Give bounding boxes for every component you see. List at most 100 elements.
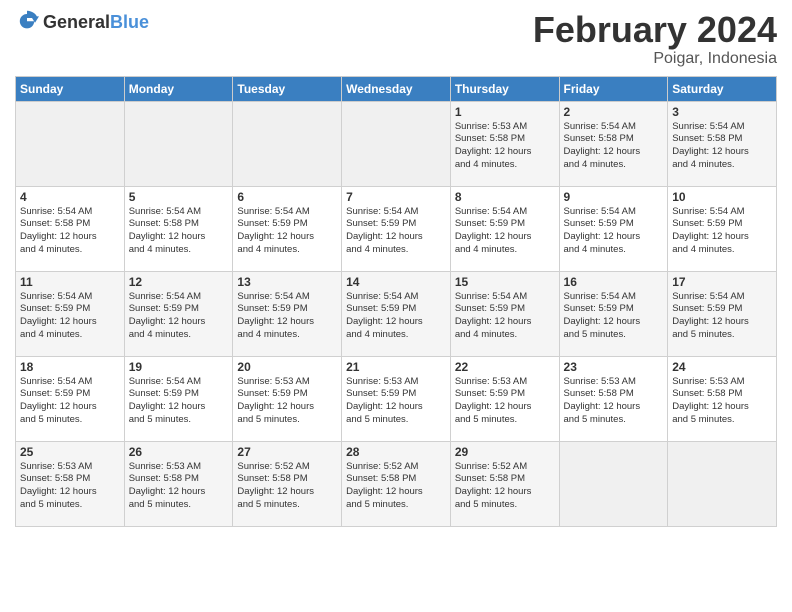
calendar-cell bbox=[559, 441, 668, 526]
cell-info: Sunrise: 5:52 AM Sunset: 5:58 PM Dayligh… bbox=[455, 461, 555, 512]
cell-info: Sunrise: 5:54 AM Sunset: 5:59 PM Dayligh… bbox=[564, 206, 664, 257]
page-header: GeneralBlue February 2024 Poigar, Indone… bbox=[15, 10, 777, 68]
calendar-cell: 17 Sunrise: 5:54 AM Sunset: 5:59 PM Dayli… bbox=[668, 271, 777, 356]
cell-info: Sunrise: 5:54 AM Sunset: 5:59 PM Dayligh… bbox=[455, 291, 555, 342]
month-year-title: February 2024 bbox=[533, 10, 777, 50]
day-number: 15 bbox=[455, 275, 555, 289]
calendar-cell: 9 Sunrise: 5:54 AM Sunset: 5:59 PM Daylig… bbox=[559, 186, 668, 271]
cell-info: Sunrise: 5:54 AM Sunset: 5:59 PM Dayligh… bbox=[20, 291, 120, 342]
day-number: 3 bbox=[672, 105, 772, 119]
title-area: February 2024 Poigar, Indonesia bbox=[533, 10, 777, 68]
day-number: 2 bbox=[564, 105, 664, 119]
weekday-header-saturday: Saturday bbox=[668, 76, 777, 101]
cell-info: Sunrise: 5:54 AM Sunset: 5:59 PM Dayligh… bbox=[346, 291, 446, 342]
calendar-cell: 5Sunrise: 5:54 AM Sunset: 5:58 PM Daylig… bbox=[124, 186, 233, 271]
weekday-header-wednesday: Wednesday bbox=[342, 76, 451, 101]
cell-info: Sunrise: 5:53 AM Sunset: 5:59 PM Dayligh… bbox=[455, 376, 555, 427]
cell-info: Sunrise: 5:54 AM Sunset: 5:59 PM Dayligh… bbox=[672, 291, 772, 342]
calendar-cell: 26 Sunrise: 5:53 AM Sunset: 5:58 PM Dayli… bbox=[124, 441, 233, 526]
cell-info: Sunrise: 5:54 AM Sunset: 5:59 PM Dayligh… bbox=[346, 206, 446, 257]
cell-info: Sunrise: 5:53 AM Sunset: 5:59 PM Dayligh… bbox=[346, 376, 446, 427]
calendar-cell: 11 Sunrise: 5:54 AM Sunset: 5:59 PM Dayli… bbox=[16, 271, 125, 356]
calendar-cell: 13 Sunrise: 5:54 AM Sunset: 5:59 PM Dayli… bbox=[233, 271, 342, 356]
day-number: 8 bbox=[455, 190, 555, 204]
cell-info: Sunrise: 5:52 AM Sunset: 5:58 PM Dayligh… bbox=[237, 461, 337, 512]
day-number: 9 bbox=[564, 190, 664, 204]
cell-info: Sunrise: 5:53 AM Sunset: 5:58 PM Dayligh… bbox=[564, 376, 664, 427]
calendar-cell: 10 Sunrise: 5:54 AM Sunset: 5:59 PM Dayli… bbox=[668, 186, 777, 271]
day-number: 28 bbox=[346, 445, 446, 459]
cell-info: Sunrise: 5:54 AM Sunset: 5:59 PM Dayligh… bbox=[237, 291, 337, 342]
day-number: 16 bbox=[564, 275, 664, 289]
calendar-cell: 27 Sunrise: 5:52 AM Sunset: 5:58 PM Dayli… bbox=[233, 441, 342, 526]
cell-info: Sunrise: 5:53 AM Sunset: 5:58 PM Dayligh… bbox=[20, 461, 120, 512]
calendar-cell: 21 Sunrise: 5:53 AM Sunset: 5:59 PM Dayli… bbox=[342, 356, 451, 441]
location-subtitle: Poigar, Indonesia bbox=[533, 50, 777, 68]
calendar-week-row: 11 Sunrise: 5:54 AM Sunset: 5:59 PM Dayli… bbox=[16, 271, 777, 356]
calendar-cell: 1Sunrise: 5:53 AM Sunset: 5:58 PM Daylig… bbox=[450, 101, 559, 186]
logo-icon bbox=[15, 10, 39, 34]
calendar-cell bbox=[233, 101, 342, 186]
logo-general: General bbox=[43, 12, 110, 32]
cell-info: Sunrise: 5:54 AM Sunset: 5:59 PM Dayligh… bbox=[129, 291, 229, 342]
calendar-cell: 25Sunrise: 5:53 AM Sunset: 5:58 PM Dayli… bbox=[16, 441, 125, 526]
day-number: 11 bbox=[20, 275, 120, 289]
day-number: 29 bbox=[455, 445, 555, 459]
logo-blue: Blue bbox=[110, 12, 149, 32]
logo-text: GeneralBlue bbox=[43, 12, 149, 33]
calendar-cell bbox=[124, 101, 233, 186]
calendar-cell: 23 Sunrise: 5:53 AM Sunset: 5:58 PM Dayli… bbox=[559, 356, 668, 441]
cell-info: Sunrise: 5:54 AM Sunset: 5:59 PM Dayligh… bbox=[455, 206, 555, 257]
calendar-week-row: 1Sunrise: 5:53 AM Sunset: 5:58 PM Daylig… bbox=[16, 101, 777, 186]
cell-info: Sunrise: 5:52 AM Sunset: 5:58 PM Dayligh… bbox=[346, 461, 446, 512]
calendar-cell: 7Sunrise: 5:54 AM Sunset: 5:59 PM Daylig… bbox=[342, 186, 451, 271]
day-number: 17 bbox=[672, 275, 772, 289]
day-number: 21 bbox=[346, 360, 446, 374]
logo: GeneralBlue bbox=[15, 10, 149, 34]
cell-info: Sunrise: 5:54 AM Sunset: 5:59 PM Dayligh… bbox=[564, 291, 664, 342]
weekday-header-monday: Monday bbox=[124, 76, 233, 101]
cell-info: Sunrise: 5:54 AM Sunset: 5:58 PM Dayligh… bbox=[20, 206, 120, 257]
day-number: 14 bbox=[346, 275, 446, 289]
calendar-cell: 18Sunrise: 5:54 AM Sunset: 5:59 PM Dayli… bbox=[16, 356, 125, 441]
calendar-cell: 8 Sunrise: 5:54 AM Sunset: 5:59 PM Daylig… bbox=[450, 186, 559, 271]
day-number: 24 bbox=[672, 360, 772, 374]
cell-info: Sunrise: 5:53 AM Sunset: 5:59 PM Dayligh… bbox=[237, 376, 337, 427]
cell-info: Sunrise: 5:54 AM Sunset: 5:58 PM Dayligh… bbox=[672, 121, 772, 172]
day-number: 23 bbox=[564, 360, 664, 374]
day-number: 22 bbox=[455, 360, 555, 374]
day-number: 13 bbox=[237, 275, 337, 289]
calendar-cell: 3 Sunrise: 5:54 AM Sunset: 5:58 PM Daylig… bbox=[668, 101, 777, 186]
day-number: 6 bbox=[237, 190, 337, 204]
calendar-cell bbox=[16, 101, 125, 186]
calendar-cell: 19Sunrise: 5:54 AM Sunset: 5:59 PM Dayli… bbox=[124, 356, 233, 441]
calendar-cell: 24 Sunrise: 5:53 AM Sunset: 5:58 PM Dayli… bbox=[668, 356, 777, 441]
calendar-table: SundayMondayTuesdayWednesdayThursdayFrid… bbox=[15, 76, 777, 527]
calendar-cell bbox=[342, 101, 451, 186]
day-number: 4 bbox=[20, 190, 120, 204]
calendar-cell: 28 Sunrise: 5:52 AM Sunset: 5:58 PM Dayli… bbox=[342, 441, 451, 526]
cell-info: Sunrise: 5:54 AM Sunset: 5:59 PM Dayligh… bbox=[20, 376, 120, 427]
calendar-cell: 20 Sunrise: 5:53 AM Sunset: 5:59 PM Dayli… bbox=[233, 356, 342, 441]
cell-info: Sunrise: 5:53 AM Sunset: 5:58 PM Dayligh… bbox=[672, 376, 772, 427]
day-number: 12 bbox=[129, 275, 229, 289]
cell-info: Sunrise: 5:53 AM Sunset: 5:58 PM Dayligh… bbox=[129, 461, 229, 512]
calendar-week-row: 25Sunrise: 5:53 AM Sunset: 5:58 PM Dayli… bbox=[16, 441, 777, 526]
weekday-header-friday: Friday bbox=[559, 76, 668, 101]
cell-info: Sunrise: 5:54 AM Sunset: 5:58 PM Dayligh… bbox=[564, 121, 664, 172]
calendar-cell: 15 Sunrise: 5:54 AM Sunset: 5:59 PM Dayli… bbox=[450, 271, 559, 356]
weekday-header-thursday: Thursday bbox=[450, 76, 559, 101]
day-number: 20 bbox=[237, 360, 337, 374]
calendar-cell: 22 Sunrise: 5:53 AM Sunset: 5:59 PM Dayli… bbox=[450, 356, 559, 441]
weekday-header-sunday: Sunday bbox=[16, 76, 125, 101]
cell-info: Sunrise: 5:54 AM Sunset: 5:59 PM Dayligh… bbox=[129, 376, 229, 427]
cell-info: Sunrise: 5:54 AM Sunset: 5:59 PM Dayligh… bbox=[672, 206, 772, 257]
calendar-cell: 12 Sunrise: 5:54 AM Sunset: 5:59 PM Dayli… bbox=[124, 271, 233, 356]
day-number: 26 bbox=[129, 445, 229, 459]
weekday-header-row: SundayMondayTuesdayWednesdayThursdayFrid… bbox=[16, 76, 777, 101]
day-number: 10 bbox=[672, 190, 772, 204]
day-number: 27 bbox=[237, 445, 337, 459]
day-number: 5 bbox=[129, 190, 229, 204]
calendar-cell: 14 Sunrise: 5:54 AM Sunset: 5:59 PM Dayli… bbox=[342, 271, 451, 356]
calendar-cell: 16 Sunrise: 5:54 AM Sunset: 5:59 PM Dayli… bbox=[559, 271, 668, 356]
